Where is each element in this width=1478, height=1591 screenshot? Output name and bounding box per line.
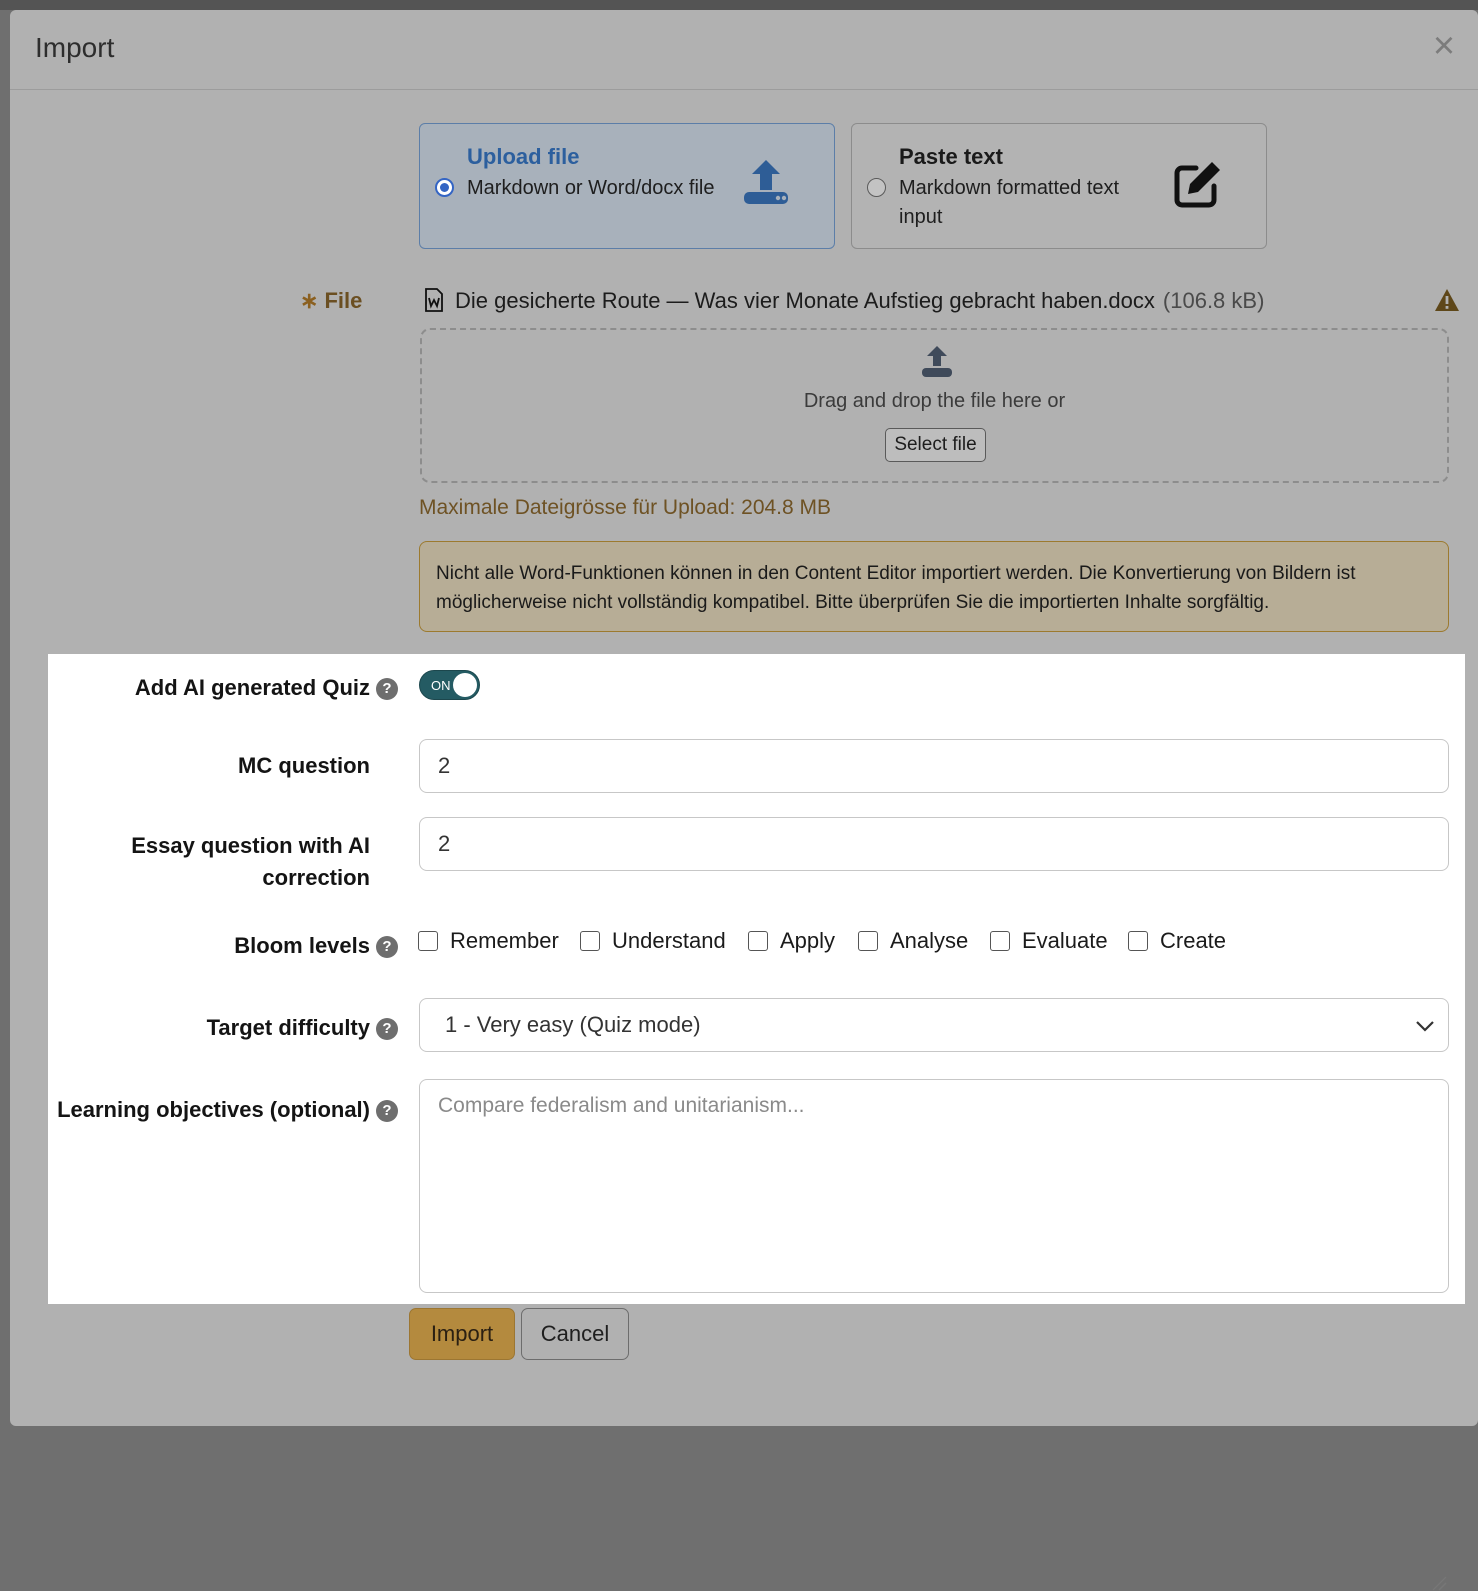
import-button[interactable]: Import xyxy=(409,1308,515,1360)
close-button[interactable]: × xyxy=(1426,27,1462,65)
bloom-analyse-checkbox[interactable] xyxy=(858,931,878,951)
bloom-evaluate-label: Evaluate xyxy=(1022,928,1108,953)
bloom-create-label: Create xyxy=(1160,928,1227,953)
mc-question-label: MC question xyxy=(238,753,370,778)
upload-icon xyxy=(744,160,788,204)
dropzone-text: Drag and drop the file here or xyxy=(803,390,1066,412)
mc-question-input[interactable] xyxy=(419,739,1449,793)
upload-file-option[interactable]: Upload file Markdown or Word/docx file xyxy=(419,123,835,249)
bloom-levels-label: Bloom levels? xyxy=(234,933,398,959)
paste-text-title: Paste text xyxy=(899,144,1003,169)
help-icon[interactable]: ? xyxy=(376,1018,398,1041)
file-dropzone[interactable]: Drag and drop the file here or Select fi… xyxy=(420,328,1449,483)
bloom-understand-label: Understand xyxy=(612,928,726,953)
bloom-apply-label: Apply xyxy=(780,928,836,953)
bloom-remember[interactable]: Remember xyxy=(418,928,559,954)
toggle-on-text: ON xyxy=(431,678,451,693)
help-icon[interactable]: ? xyxy=(376,1100,398,1123)
upload-file-title: Upload file xyxy=(467,144,580,169)
page-backdrop xyxy=(0,0,1478,10)
required-marker: ∗ xyxy=(300,288,319,313)
target-difficulty-select[interactable]: 1 - Very easy (Quiz mode) xyxy=(419,998,1449,1052)
file-label-text: File xyxy=(324,288,363,313)
selected-file: Die gesicherte Route — Was vier Monate A… xyxy=(420,286,1460,316)
help-icon[interactable]: ? xyxy=(376,936,398,959)
select-file-button[interactable]: Select file xyxy=(885,428,986,462)
bloom-analyse[interactable]: Analyse xyxy=(858,928,968,954)
essay-question-input[interactable] xyxy=(419,817,1449,871)
file-size: (106.8 kB) xyxy=(1162,288,1265,313)
bloom-apply-checkbox[interactable] xyxy=(748,931,768,951)
upload-icon xyxy=(922,346,952,377)
ai-quiz-toggle[interactable]: ON xyxy=(419,670,480,700)
paste-text-description: Markdown formatted text input xyxy=(899,177,1120,228)
target-difficulty-label: Target difficulty? xyxy=(207,1015,398,1041)
bloom-apply[interactable]: Apply xyxy=(748,928,835,954)
target-difficulty-value: 1 - Very easy (Quiz mode) xyxy=(445,1012,701,1037)
edit-icon xyxy=(1174,162,1220,208)
bloom-create[interactable]: Create xyxy=(1128,928,1226,954)
learning-objectives-label-text: Learning objectives (optional) xyxy=(57,1097,370,1122)
file-label: ∗ File xyxy=(300,288,362,314)
learning-objectives-label: Learning objectives (optional)? xyxy=(57,1097,398,1123)
add-ai-quiz-label: Add AI generated Quiz? xyxy=(135,675,398,701)
bloom-evaluate[interactable]: Evaluate xyxy=(990,928,1108,954)
dialog-title: Import xyxy=(35,32,115,63)
toggle-knob xyxy=(453,673,477,697)
upload-file-radio[interactable] xyxy=(435,178,454,197)
cancel-button[interactable]: Cancel xyxy=(521,1308,629,1360)
word-document-icon xyxy=(425,288,443,312)
bloom-evaluate-checkbox[interactable] xyxy=(990,931,1010,951)
dialog-header: Import × xyxy=(10,10,1478,90)
upload-file-description: Markdown or Word/docx file xyxy=(467,177,715,199)
bloom-understand-checkbox[interactable] xyxy=(580,931,600,951)
paste-text-option[interactable]: Paste text Markdown formatted text input xyxy=(851,123,1267,249)
bloom-remember-label: Remember xyxy=(450,928,559,953)
bloom-levels-label-text: Bloom levels xyxy=(234,933,370,958)
essay-label-line2: correction xyxy=(262,865,370,890)
word-import-warning: Nicht alle Word-Funktionen können in den… xyxy=(419,541,1449,632)
max-file-size-hint: Maximale Dateigrösse für Upload: 204.8 M… xyxy=(419,496,832,519)
file-name: Die gesicherte Route — Was vier Monate A… xyxy=(455,288,1155,313)
bloom-understand[interactable]: Understand xyxy=(580,928,726,954)
resize-handle-icon[interactable] xyxy=(1431,1575,1447,1591)
bloom-remember-checkbox[interactable] xyxy=(418,931,438,951)
ai-quiz-section: Add AI generated Quiz? ON MC question Es… xyxy=(48,654,1465,1591)
bloom-analyse-label: Analyse xyxy=(890,928,969,953)
add-ai-quiz-label-text: Add AI generated Quiz xyxy=(134,675,370,700)
bloom-create-checkbox[interactable] xyxy=(1128,931,1148,951)
learning-objectives-input[interactable] xyxy=(419,1079,1449,1293)
target-difficulty-label-text: Target difficulty xyxy=(206,1015,370,1040)
paste-text-radio[interactable] xyxy=(867,178,886,197)
warning-icon[interactable] xyxy=(1434,288,1460,312)
essay-question-label: Essay question with AI correction xyxy=(131,830,370,894)
file-info: Die gesicherte Route — Was vier Monate A… xyxy=(455,288,1264,314)
help-icon[interactable]: ? xyxy=(376,678,398,701)
essay-label-line1: Essay question with AI xyxy=(131,833,370,858)
chevron-down-icon xyxy=(1416,1021,1434,1032)
